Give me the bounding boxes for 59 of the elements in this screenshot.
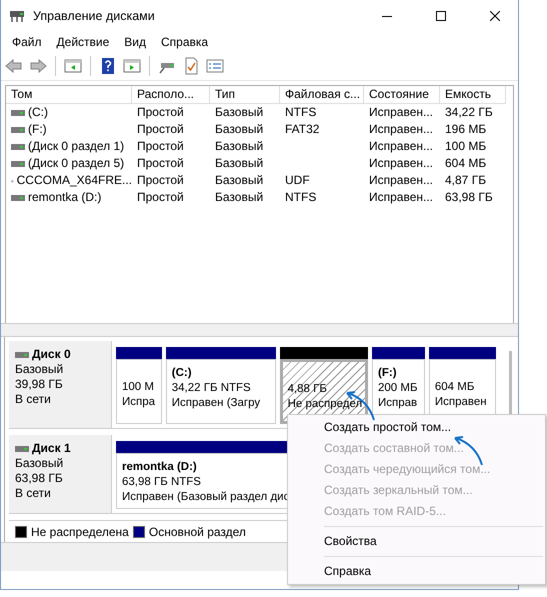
table-cell-text: 4,87 ГБ — [444, 172, 488, 189]
table-cell-text: Базовый — [214, 104, 264, 121]
table-cell: remontka (D:) — [6, 189, 132, 206]
table-cell-text: 604 МБ — [444, 155, 488, 172]
table-cell-text: 63,98 ГБ — [444, 189, 494, 206]
table-cell-text: 196 МБ — [444, 121, 488, 138]
partition-title: remontka (D:) — [122, 460, 197, 476]
table-cell-text: Простой — [136, 189, 185, 206]
table-cell-text: Базовый — [214, 138, 264, 155]
table-cell-text: Исправен... — [368, 155, 434, 172]
table-cell-text: Исправен... — [368, 172, 434, 189]
disk-name: Диск 0 — [15, 347, 111, 362]
table-cell: CCCOMA_X64FRE... — [6, 172, 132, 189]
partition-info: Исправ — [378, 396, 418, 411]
legend-label: Основной раздел — [148, 524, 246, 539]
table-cell: (F:) — [6, 121, 132, 138]
disk-status: В сети — [15, 486, 52, 502]
table-cell-text: Исправен... — [368, 121, 434, 138]
disk-status: В сети — [15, 392, 52, 407]
disk-size: 39,98 ГБ — [15, 377, 64, 392]
table-cell-text: Простой — [136, 121, 185, 138]
window-title: Управление дисками — [33, 9, 156, 23]
table-cell-text: Базовый — [214, 121, 264, 138]
disk-type: Базовый — [15, 456, 64, 472]
partition-title: (C:) — [172, 366, 192, 381]
table-cell-text: UDF — [284, 172, 311, 189]
disk-name: Диск 1 — [15, 441, 111, 456]
partition-info: Испра — [122, 395, 156, 410]
table-cell: (C:) — [6, 104, 132, 121]
table-cell-text: Базовый — [214, 189, 264, 206]
partition-info: 34,22 ГБ NTFS — [172, 381, 251, 396]
table-cell-text: Исправен... — [368, 189, 434, 206]
legend-label: Не распределена — [31, 524, 129, 539]
partition-info: 200 МБ — [378, 381, 418, 396]
table-cell-text: Простой — [136, 138, 185, 155]
partition-info: Исправен — [434, 395, 487, 410]
table-cell: (Диск 0 раздел 1) — [6, 138, 132, 155]
table-cell-text: NTFS — [284, 104, 318, 121]
partition-info: 4,88 ГБ — [288, 382, 327, 397]
partition-info: 63,98 ГБ NTFS — [122, 475, 201, 490]
table-cell-text: Простой — [136, 172, 185, 189]
table-cell-text: 34,22 ГБ — [444, 104, 494, 121]
partition-info: Не распредел — [288, 397, 362, 412]
partition-info: Исправен (Загру — [172, 396, 260, 411]
table-cell-text: Исправен... — [368, 104, 434, 121]
table-cell-text: Базовый — [214, 155, 264, 172]
disk-size: 63,98 ГБ — [15, 471, 64, 486]
partition-info: 604 МБ — [434, 380, 474, 395]
table-cell-text: Базовый — [214, 172, 264, 189]
partition-info: 100 М — [122, 380, 154, 395]
disk-type: Базовый — [15, 362, 64, 377]
table-cell-text: NTFS — [284, 189, 318, 206]
partition-title: (F:) — [378, 366, 397, 381]
table-cell-text: Исправен... — [368, 138, 434, 155]
table-cell-text: Простой — [136, 104, 185, 121]
table-cell: (Диск 0 раздел 5) — [6, 155, 132, 172]
table-cell-text: FAT32 — [284, 121, 320, 138]
table-cell-text: Простой — [136, 155, 185, 172]
table-cell-text: 100 МБ — [444, 138, 488, 155]
